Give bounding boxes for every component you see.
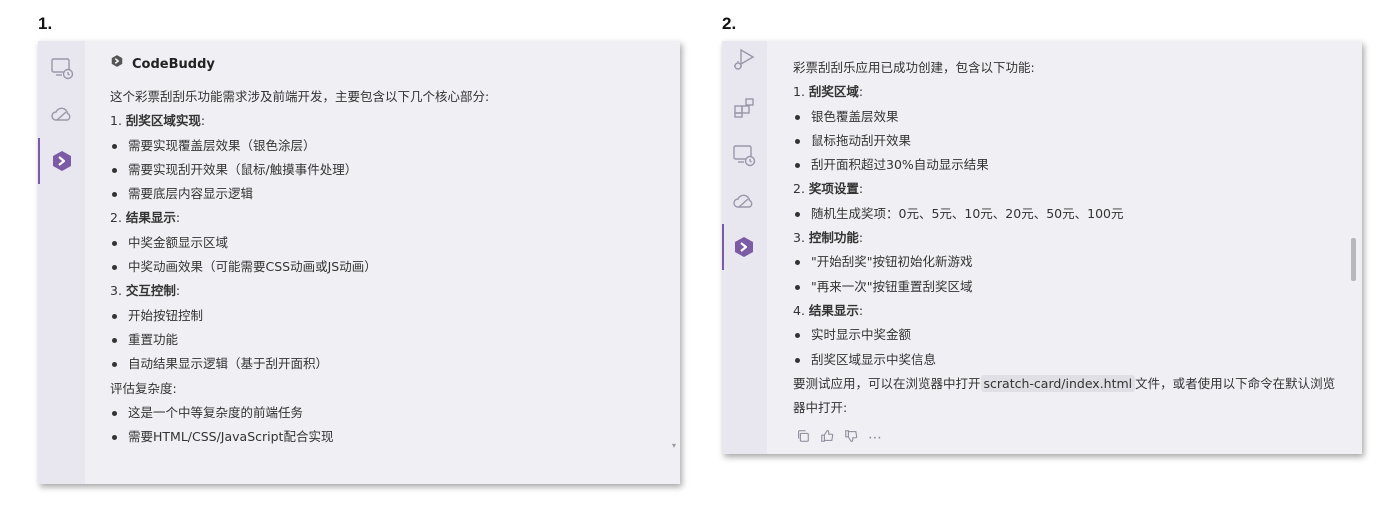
section-heading: 1. 刮奖区域: [793,80,1338,104]
section-colon: : [175,210,181,226]
cloud-icon[interactable] [732,189,756,213]
activity-bar [722,41,767,454]
list-item: "开始刮奖"按钮初始化新游戏 [793,250,1338,274]
run-debug-icon[interactable] [732,47,756,71]
section-number: 1. [110,113,126,129]
thumbs-down-icon[interactable] [844,428,858,447]
list-item: 随机生成奖项：0元、5元、10元、20元、50元、100元 [793,202,1338,226]
section-title: 交互控制 [125,283,176,299]
codebuddy-logo-icon[interactable] [732,235,756,259]
list-item: 刮开面积超过30%自动显示结果 [793,153,1338,177]
chat-content-1: CodeBuddy 这个彩票刮刮乐功能需求涉及前端开发，主要包含以下几个核心部分… [110,53,489,449]
list-item: 需要底层内容显示逻辑 [110,182,489,206]
section-colon: : [858,84,864,100]
section-heading: 1. 刮奖区域实现: [110,109,489,133]
list-item: "再来一次"按钮重置刮奖区域 [793,275,1338,299]
codebuddy-window-1: CodeBuddy 这个彩票刮刮乐功能需求涉及前端开发，主要包含以下几个核心部分… [38,41,680,484]
paragraph: 彩票刮刮乐应用已成功创建，包含以下功能: [793,60,1035,75]
list-item: 中奖金额显示区域 [110,231,489,255]
list-item: 需要实现覆盖层效果（银色涂层） [110,134,489,158]
codebuddy-window-2: 彩票刮刮乐应用已成功创建，包含以下功能: 1. 刮奖区域: 银色覆盖层效果 鼠标拖动刮… [722,41,1362,454]
list-item: 需要实现刮开效果（鼠标/触摸事件处理） [110,158,489,182]
message-actions: ⋯ [796,428,882,447]
section-title: 控制功能 [808,230,859,246]
chat-history-icon[interactable] [50,56,74,80]
list-item: 开始按钮控制 [110,304,489,328]
paragraph: 这个彩票刮刮乐功能需求涉及前端开发，主要包含以下几个核心部分: [110,89,490,104]
list-item: 刮奖区域显示中奖信息 [793,348,1338,372]
section-heading: 2. 结果显示: [110,206,489,230]
section-title: 刮奖区域 [808,84,859,100]
section-heading: 3. 控制功能: [793,226,1338,250]
list-item: 需要HTML/CSS/JavaScript配合实现 [110,425,489,449]
extensions-icon[interactable] [732,96,756,120]
section-heading: 3. 交互控制: [110,279,489,303]
section-title: 结果显示 [808,302,859,318]
list-item: 鼠标拖动刮开效果 [793,129,1338,153]
section-title: 奖项设置 [808,181,859,197]
scroll-down-icon[interactable]: ▾ [672,441,676,450]
list-item: 重置功能 [110,328,489,352]
section-title: 刮奖区域实现 [125,113,201,129]
section-colon: : [858,230,864,246]
copy-icon[interactable] [796,428,810,447]
assistant-name: CodeBuddy [132,56,215,72]
list-item: 自动结果显示逻辑（基于刮开面积） [110,352,489,376]
message-header: CodeBuddy [110,53,489,77]
scrollbar-thumb[interactable] [1351,238,1356,281]
list-item: 实时显示中奖金额 [793,323,1338,347]
section-number: 4. [793,302,809,318]
section-number: 2. [793,181,809,197]
section-number: 1. [793,84,809,100]
more-icon[interactable]: ⋯ [868,430,882,446]
thumbs-up-icon[interactable] [820,428,834,447]
section-colon: : [175,283,181,299]
list-item: 中奖动画效果（可能需要CSS动画或JS动画） [110,255,489,279]
section-colon: : [200,113,206,129]
chat-content-2: 彩票刮刮乐应用已成功创建，包含以下功能: 1. 刮奖区域: 银色覆盖层效果 鼠标拖动刮… [793,56,1338,420]
active-indicator [722,224,724,270]
codebuddy-logo-icon[interactable] [50,149,74,173]
section-number: 2. [110,210,126,226]
final-instruction: 要测试应用，可以在浏览器中打开 scratch-card/index.html 文件… [793,374,1336,416]
list-item: 这是一个中等复杂度的前端任务 [110,401,489,425]
panel-label-2: 2. [722,14,737,33]
activity-bar [38,41,85,484]
chat-history-icon[interactable] [732,143,756,167]
section-colon: : [858,302,864,318]
cloud-icon[interactable] [50,102,74,126]
file-path-code: scratch-card/index.html [980,374,1136,392]
section-title: 结果显示 [125,210,176,226]
section-number: 3. [110,283,126,299]
active-indicator [38,138,40,184]
paragraph: 评估复杂度: [110,380,177,396]
list-item: 银色覆盖层效果 [793,105,1338,129]
codebuddy-header-icon [110,53,124,77]
section-heading: 2. 奖项设置: [793,177,1338,201]
section-number: 3. [793,230,809,246]
panel-label-1: 1. [38,14,53,33]
section-heading: 4. 结果显示: [793,299,1338,323]
section-colon: : [858,181,864,197]
